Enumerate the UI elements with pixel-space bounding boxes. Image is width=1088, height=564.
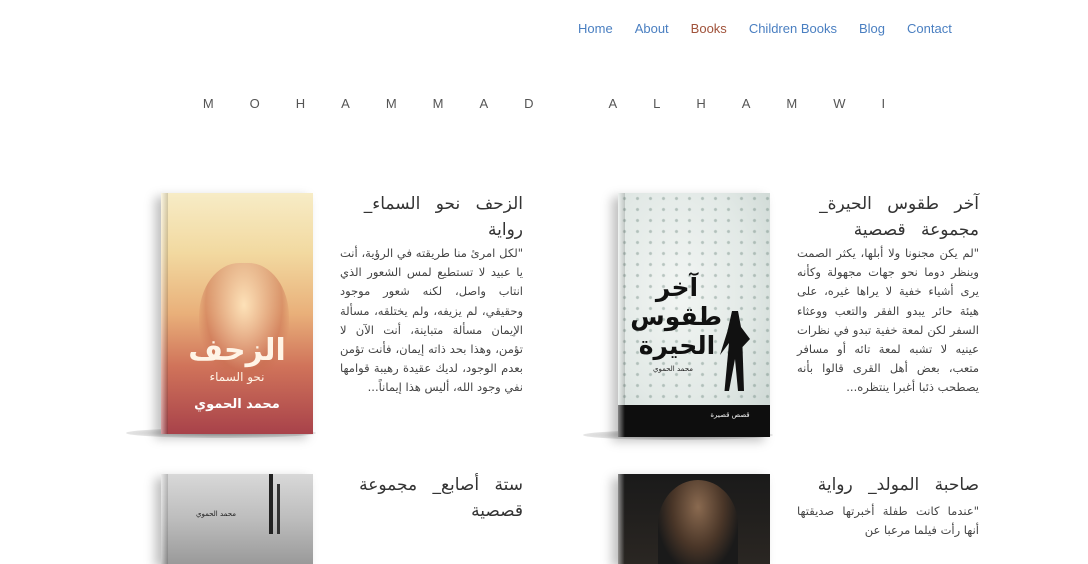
book-title-zahf[interactable]: الزحف نحو السماء_ رواية <box>340 191 523 243</box>
cover-subtitle: نحو السماء <box>209 370 265 384</box>
nav-blog[interactable]: Blog <box>859 21 885 36</box>
cover-figure <box>658 480 738 564</box>
nav-about[interactable]: About <box>635 21 669 36</box>
cover-bottom-band: قصص قصيرة <box>618 405 770 437</box>
cover-tag: قصص قصيرة <box>710 411 750 419</box>
book-desc-zahf: "لكل امرئ منا طريقته في الرؤية، أنت يا ع… <box>340 246 523 395</box>
book-desc-mawlid: "عندما كانت طفلة أخبرتها صديقتها أنها رأ… <box>797 504 979 538</box>
book-cover-zahf[interactable]: الزحف نحو السماء محمد الحموي <box>161 193 313 434</box>
book-title-mawlid[interactable]: صاحبة المولد_ رواية <box>797 472 979 498</box>
book-desc-tuqus: "لم يكن مجنونا ولا أبلها، يكثر الصمت وين… <box>797 246 979 395</box>
book-cover-sitta[interactable]: محمد الحموي <box>161 474 313 564</box>
nav-children-books[interactable]: Children Books <box>749 21 837 36</box>
cover-author: محمد الحموي <box>653 365 693 373</box>
nav-home[interactable]: Home <box>578 21 613 36</box>
cover-figure <box>269 474 273 534</box>
nav-contact[interactable]: Contact <box>907 21 952 36</box>
nav-books[interactable]: Books <box>691 21 727 36</box>
cover-figure <box>277 484 280 534</box>
book-title-tuqus[interactable]: آخر طقوس الحيرة_ مجموعة قصصية <box>797 191 979 243</box>
cover-title: الزحف <box>188 333 286 368</box>
book-title-sitta[interactable]: ستة أصابع_ مجموعة قصصية <box>340 472 523 524</box>
cover-author: محمد الحموي <box>194 397 280 412</box>
main-nav: Home About Books Children Books Blog Con… <box>578 21 974 36</box>
cover-title: آخر طقوس الحيرة <box>630 273 722 360</box>
cover-author: محمد الحموي <box>196 510 236 518</box>
book-cover-tuqus[interactable]: آخر طقوس الحيرة محمد الحموي قصص قصيرة <box>618 193 770 437</box>
book-cover-mawlid[interactable] <box>618 474 770 564</box>
site-title: MOHAMMAD ALHAMWI <box>202 96 922 111</box>
